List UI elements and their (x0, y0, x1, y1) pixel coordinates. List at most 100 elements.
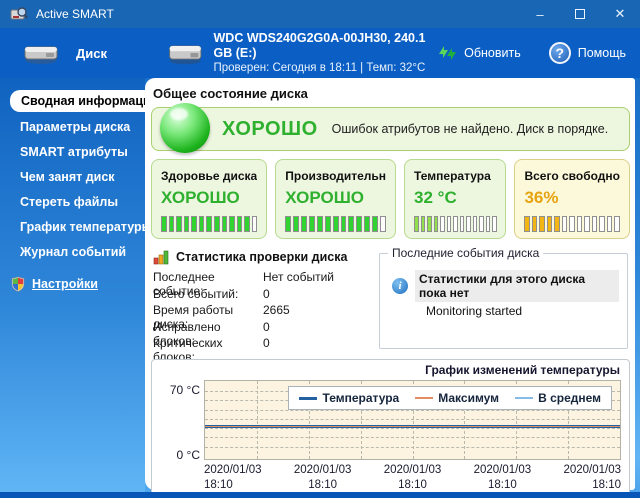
sidebar-item[interactable]: Журнал событий (0, 239, 145, 264)
stat-row: Критических блоков:0 (153, 336, 373, 353)
bar-segment (199, 216, 205, 232)
bar-segment (364, 216, 370, 232)
sidebar-item[interactable]: Чем занят диск (0, 164, 145, 189)
status-cards: Здоровье дискаХОРОШО Производительн ХОРОШО… (151, 159, 630, 239)
legend-item: Максимум (415, 391, 499, 405)
x-axis-label: 2020/01/0318:10 (384, 463, 442, 494)
legend-swatch (299, 397, 317, 400)
bar-segment (554, 216, 560, 232)
info-icon: i (392, 278, 408, 294)
bar-segment (206, 216, 212, 232)
stat-row: Всего событий:0 (153, 287, 373, 304)
event-entry[interactable]: i Статистики для этого диска пока нет Mo… (380, 254, 627, 318)
recent-events-group: Последние события диска i Статистики для… (379, 253, 628, 349)
bar-segment (524, 216, 530, 232)
stats-title: Статистика проверки диска (176, 250, 347, 264)
segment-bar (285, 216, 386, 232)
legend-label: Максимум (438, 391, 499, 405)
refresh-button[interactable]: Обновить (438, 45, 521, 61)
bar-segment (584, 216, 590, 232)
stat-row: Исправлено блоков:0 (153, 320, 373, 337)
bar-segment (325, 216, 331, 232)
event-entry-detail: Monitoring started (426, 304, 619, 318)
drive-icon (167, 39, 204, 67)
bar-segment (421, 216, 426, 232)
disk-label: Диск (76, 46, 107, 61)
x-axis-labels: 2020/01/0318:10 2020/01/0318:10 2020/01/03… (204, 463, 621, 494)
status-card: Всего свободно36% (514, 159, 630, 239)
bar-segment (539, 216, 545, 232)
card-title: Температура (414, 169, 496, 183)
event-entry-title: Статистики для этого диска пока нет (415, 270, 619, 302)
legend-label: Температура (322, 391, 399, 405)
legend-swatch (515, 397, 533, 399)
sidebar-item-settings[interactable]: Настройки (0, 276, 145, 292)
bar-segment (453, 216, 458, 232)
help-icon: ? (549, 42, 571, 64)
card-value: 32 °C (414, 188, 496, 208)
bar-segment (191, 216, 197, 232)
legend-item: В среднем (515, 391, 601, 405)
sidebar-item[interactable]: График температуры (0, 214, 145, 239)
legend-item: Температура (299, 391, 399, 405)
maximize-button[interactable] (560, 0, 600, 28)
segment-bar (161, 216, 257, 232)
card-title: Производительн (285, 169, 386, 183)
card-title: Всего свободно (524, 169, 620, 183)
window-bottom-border (0, 492, 640, 498)
minimize-icon: – (536, 7, 543, 22)
bar-segment (341, 216, 347, 232)
x-axis-label: 2020/01/0318:10 (563, 463, 621, 494)
bar-segment (434, 216, 439, 232)
bar-segment (599, 216, 605, 232)
bar-segment (532, 216, 538, 232)
sidebar-item[interactable]: Сводная информация (10, 90, 145, 112)
close-button[interactable]: ✕ (600, 0, 640, 28)
bar-segment (184, 216, 190, 232)
bar-segment (486, 216, 491, 232)
drive-info[interactable]: WDC WDS240G2G0A-00JH30, 240.1 GB (E:) Пр… (167, 31, 438, 76)
drive-status: Проверен: Сегодня в 18:11 | Темп: 32°C (214, 61, 439, 76)
x-axis-label: 2020/01/0318:10 (294, 463, 352, 494)
bar-segment (237, 216, 243, 232)
bar-segment (569, 216, 575, 232)
bar-segment (356, 216, 362, 232)
card-value: ХОРОШО (161, 188, 257, 208)
bar-segment (222, 216, 228, 232)
stat-row: Последнее событие:Нет событий (153, 270, 373, 287)
bar-segment (380, 216, 386, 232)
sidebar-item[interactable]: SMART атрибуты (0, 139, 145, 164)
bar-segment (466, 216, 471, 232)
bar-segment (161, 216, 167, 232)
bar-segment (244, 216, 250, 232)
help-button[interactable]: ? Помощь (549, 42, 626, 64)
sidebar-item[interactable]: Параметры диска (0, 114, 145, 139)
stat-label: Время работы диска: (153, 303, 263, 320)
sidebar: Сводная информацияПараметры дискаSMART а… (0, 78, 145, 492)
bar-chart-icon (153, 249, 170, 265)
overall-status-banner: ХОРОШО Ошибок атрибутов не найдено. Диск… (151, 107, 630, 151)
status-card: Здоровье дискаХОРОШО (151, 159, 267, 239)
stat-label: Всего событий: (153, 287, 263, 304)
stat-value: 2665 (263, 303, 290, 320)
bar-segment (285, 216, 291, 232)
status-card: Температура 32 °C (404, 159, 506, 239)
disk-button[interactable]: Диск (22, 41, 107, 65)
bar-segment (460, 216, 465, 232)
stats-rows: Последнее событие:Нет событийВсего событ… (153, 270, 373, 353)
disk-check-statistics: Статистика проверки диска Последнее собы… (151, 247, 377, 351)
bar-segment (427, 216, 432, 232)
bar-segment (562, 216, 568, 232)
bar-segment (252, 216, 258, 232)
health-ball-icon (160, 103, 210, 153)
sidebar-item[interactable]: Стереть файлы (0, 189, 145, 214)
refresh-icon (438, 45, 458, 61)
minimize-button[interactable]: – (520, 0, 560, 28)
app-icon (10, 6, 28, 22)
chart-plot-area: Температура Максимум В среднем (204, 380, 621, 460)
overall-message: Ошибок атрибутов не найдено. Диск в поря… (332, 122, 609, 136)
section-title: Общее состояние диска (153, 86, 630, 101)
segment-bar (524, 216, 620, 232)
stat-label: Исправлено блоков: (153, 320, 263, 337)
legend-swatch (415, 397, 433, 399)
